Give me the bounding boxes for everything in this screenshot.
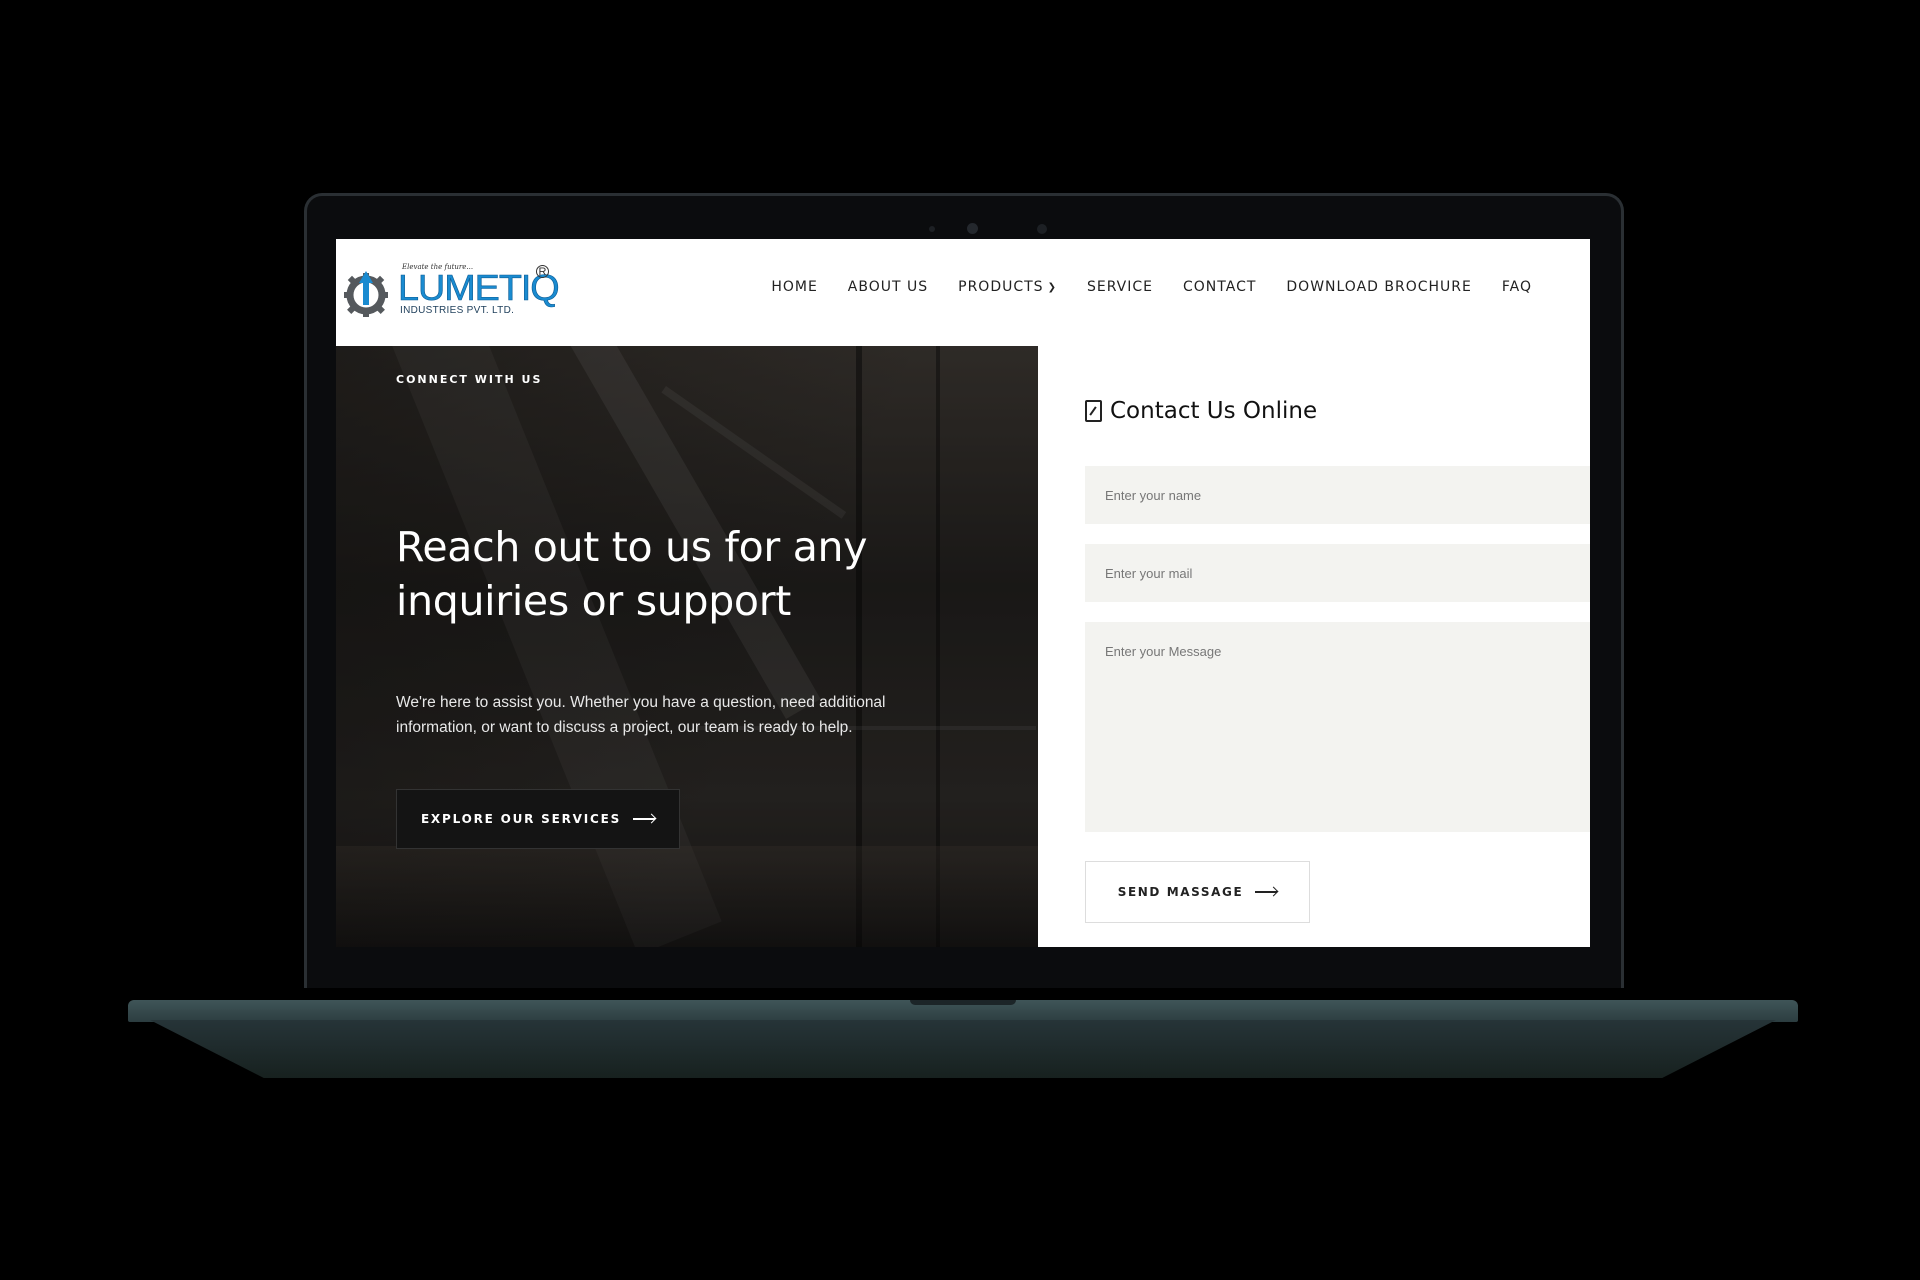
document-edit-icon [1085, 400, 1102, 422]
laptop-base [150, 1020, 1776, 1078]
nav-download-brochure[interactable]: DOWNLOAD BROCHURE [1286, 279, 1471, 295]
contact-heading-text: Contact Us Online [1110, 398, 1318, 424]
nav-contact[interactable]: CONTACT [1183, 279, 1256, 295]
hero-description: We're here to assist you. Whether you ha… [396, 694, 886, 736]
hero-eyebrow: CONNECT WITH US [396, 373, 543, 386]
chevron-down-icon: ❯ [1047, 281, 1057, 293]
email-input[interactable] [1085, 544, 1590, 602]
hero-section: CONNECT WITH US Reach out to us for any … [336, 346, 1038, 947]
nav-about-us[interactable]: ABOUT US [848, 279, 928, 295]
nav-faq-label: FAQ [1501, 279, 1532, 295]
sensor-icon [1037, 224, 1047, 234]
sensor-icon [929, 226, 935, 232]
hero-title: Reach out to us for any inquiries or sup… [396, 523, 868, 625]
nav-faq[interactable]: FAQ [1502, 279, 1532, 295]
brand-name: LUMETIQ [398, 267, 560, 308]
browser-viewport: Elevate the future... LUMETIQ R INDUSTRI… [336, 239, 1590, 947]
nav-service-label: SERVICE [1086, 279, 1153, 295]
hero-overlay [336, 346, 1038, 947]
gear-logo-icon [344, 271, 388, 317]
message-textarea[interactable] [1085, 622, 1590, 832]
brand-logo[interactable]: Elevate the future... LUMETIQ R INDUSTRI… [340, 263, 560, 323]
name-input[interactable] [1085, 466, 1590, 524]
arrow-right-icon [633, 818, 656, 820]
arrow-right-icon [1255, 891, 1278, 893]
nav-service[interactable]: SERVICE [1087, 279, 1153, 295]
nav-download-label: DOWNLOAD BROCHURE [1286, 279, 1472, 295]
nav-products-label: PRODUCTS [958, 279, 1044, 295]
contact-form-panel: Contact Us Online SEND MASSAGE [1038, 346, 1590, 947]
send-message-button[interactable]: SEND MASSAGE [1085, 861, 1310, 923]
nav-products[interactable]: PRODUCTS ❯ [958, 279, 1057, 295]
send-message-label: SEND MASSAGE [1117, 885, 1244, 899]
laptop-hinge-notch [910, 1000, 1016, 1005]
nav-home-label: HOME [771, 279, 818, 295]
brand-subtitle: INDUSTRIES PVT. LTD. [400, 305, 515, 316]
nav-contact-label: CONTACT [1183, 279, 1257, 295]
site-header: Elevate the future... LUMETIQ R INDUSTRI… [336, 239, 1590, 346]
explore-services-label: EXPLORE OUR SERVICES [420, 812, 622, 826]
explore-services-button[interactable]: EXPLORE OUR SERVICES [396, 789, 680, 849]
registered-mark: R [536, 265, 549, 278]
main-nav: HOME ABOUT US PRODUCTS ❯ SERVICE CONTACT … [741, 279, 1532, 295]
nav-about-label: ABOUT US [847, 279, 929, 295]
nav-home[interactable]: HOME [771, 279, 817, 295]
webcam-icon [967, 223, 978, 234]
contact-heading: Contact Us Online [1085, 398, 1317, 424]
